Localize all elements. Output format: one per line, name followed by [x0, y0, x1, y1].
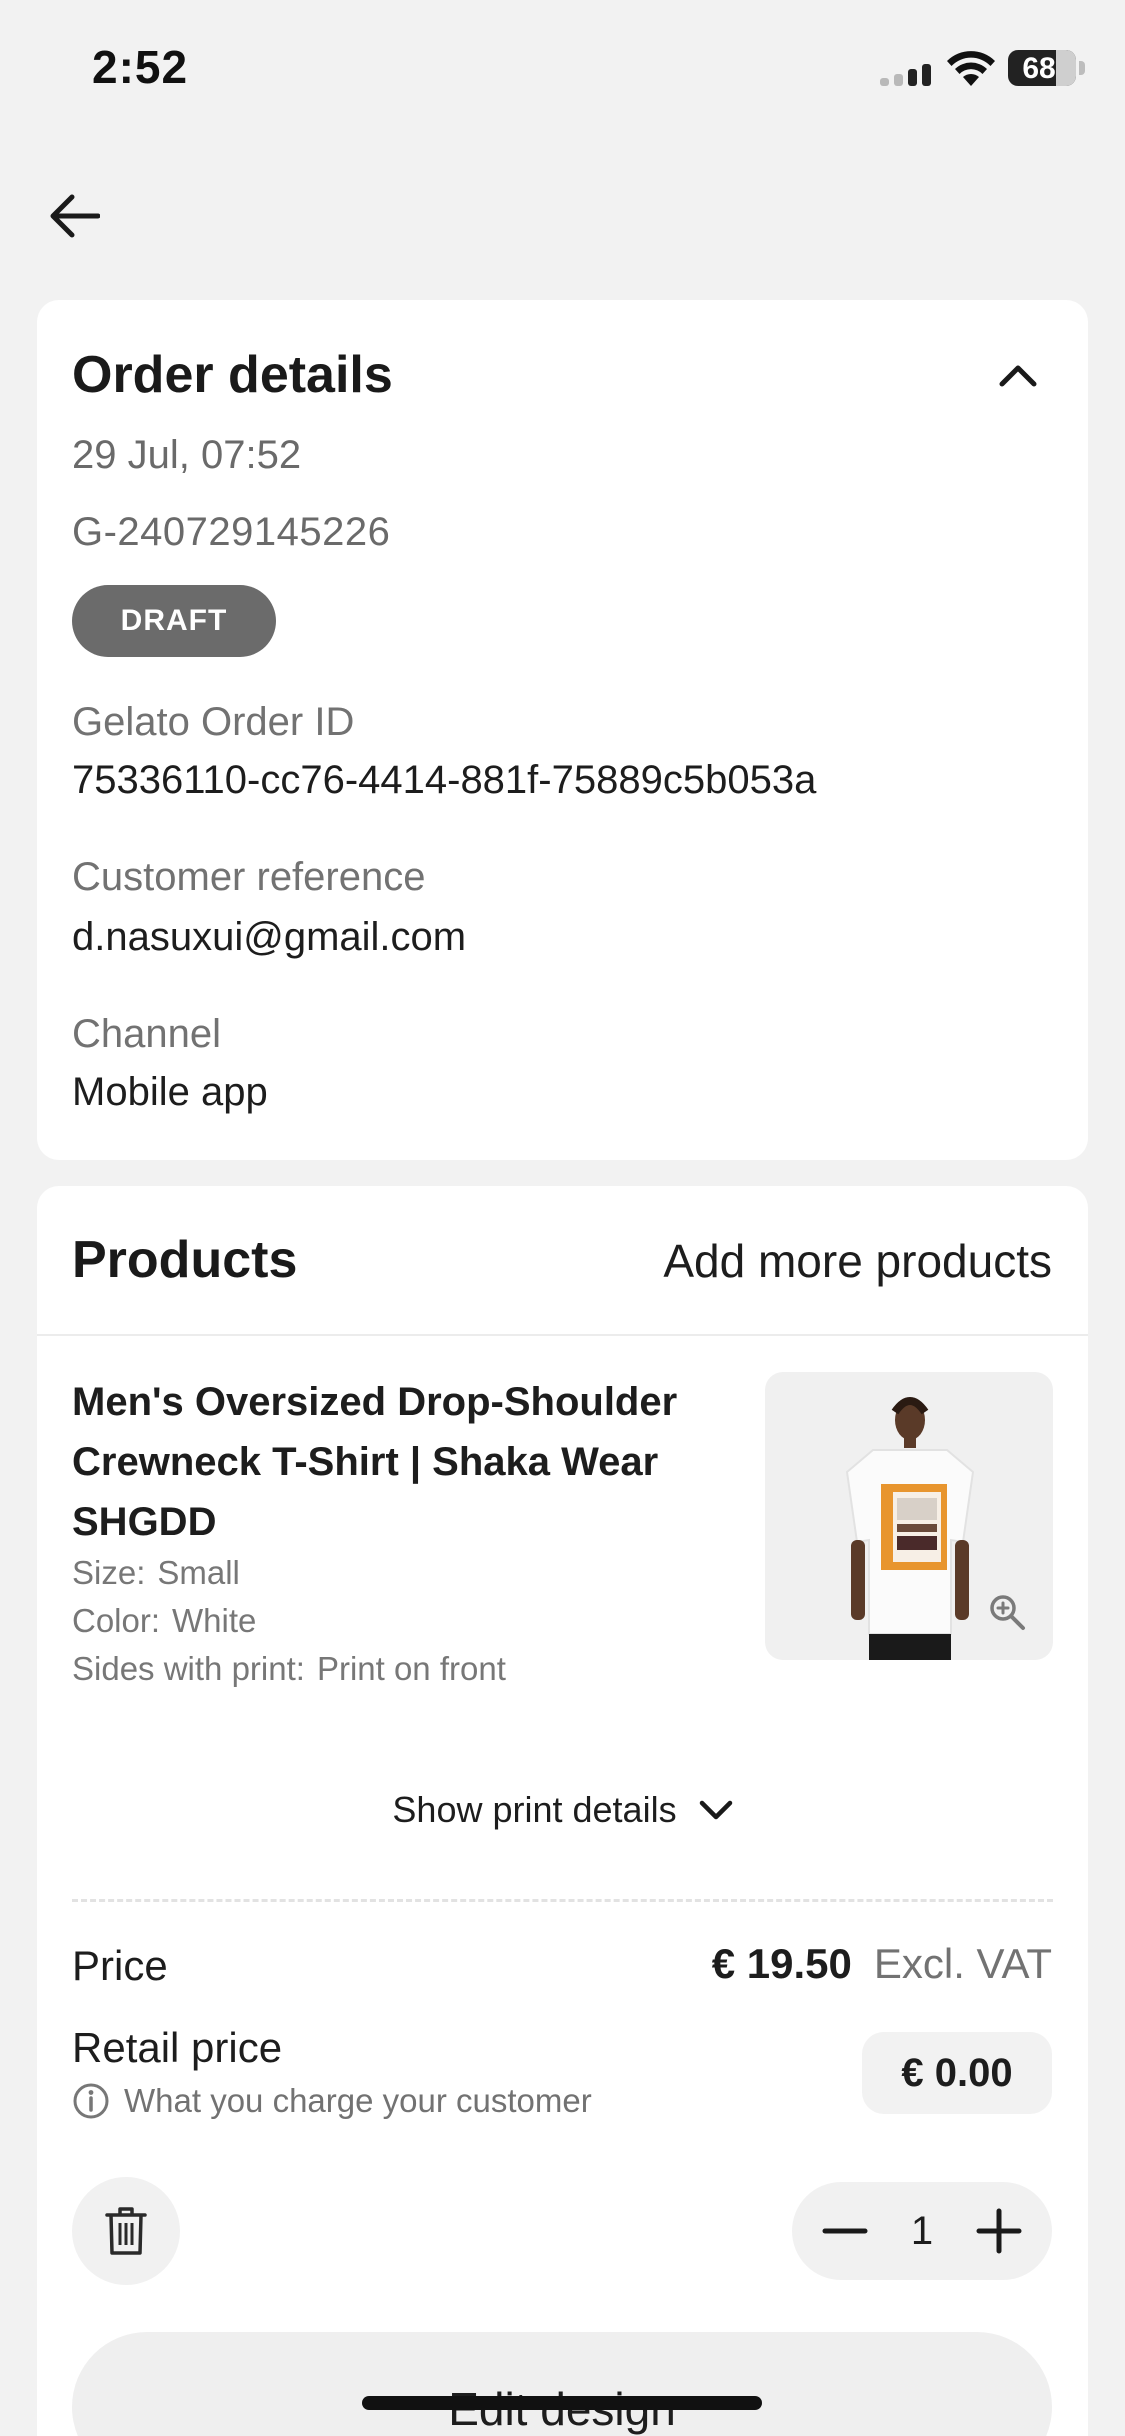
- dashed-divider: [72, 1899, 1053, 1902]
- product-sides: Sides with print: Print on front: [72, 1650, 506, 1688]
- show-print-details-button[interactable]: Show print details: [37, 1780, 1088, 1840]
- zoom-in-icon[interactable]: [987, 1592, 1027, 1632]
- cellular-signal-icon: [880, 62, 934, 86]
- quantity-stepper: 1: [792, 2182, 1052, 2280]
- price-info: € 19.50 Excl. VAT: [712, 1940, 1052, 1988]
- info-icon[interactable]: [72, 2082, 110, 2120]
- retail-price-help: What you charge your customer: [72, 2082, 592, 2120]
- decrease-quantity-button[interactable]: [820, 2206, 870, 2256]
- products-title: Products: [72, 1231, 298, 1289]
- arrow-left-icon: [50, 194, 100, 238]
- retail-price-label: Retail price: [72, 2024, 283, 2071]
- customer-reference-label: Customer reference: [72, 855, 426, 899]
- status-bar: 2:52 68: [0, 0, 1125, 135]
- size-label: Size:: [72, 1554, 146, 1591]
- channel-label: Channel: [72, 1012, 222, 1056]
- size-value: Small: [157, 1554, 240, 1591]
- back-button[interactable]: [38, 180, 110, 252]
- gelato-order-id: 75336110-cc76-4414-881f-75889c5b053a: [72, 758, 817, 802]
- order-number: G-240729145226: [72, 510, 391, 554]
- battery-nub: [1079, 61, 1085, 75]
- sides-label: Sides with print:: [72, 1650, 305, 1687]
- add-more-products-link[interactable]: Add more products: [663, 1234, 1052, 1288]
- product-color: Color: White: [72, 1602, 256, 1640]
- print-details-label: Show print details: [392, 1789, 677, 1830]
- product-name: Men's Oversized Drop-Shoulder Crewneck T…: [72, 1380, 678, 1544]
- price-label: Price: [72, 1942, 168, 1989]
- products-card: Products Add more products Men's Oversiz…: [37, 1186, 1088, 2436]
- retail-price-input[interactable]: € 0.00: [862, 2032, 1052, 2114]
- chevron-up-icon: [999, 365, 1037, 387]
- status-badge: DRAFT: [72, 585, 276, 657]
- plus-icon: [976, 2208, 1022, 2254]
- price-vat-note: Excl. VAT: [873, 1940, 1052, 1987]
- price-value: € 19.50: [711, 1940, 852, 1987]
- battery-icon: 68: [1008, 50, 1076, 86]
- color-value: White: [172, 1602, 257, 1639]
- battery-percentage: 68: [1022, 52, 1056, 85]
- status-time: 2:52: [92, 41, 189, 93]
- quantity-value: 1: [910, 2208, 934, 2253]
- retail-help-text: What you charge your customer: [124, 2082, 592, 2119]
- order-date: 29 Jul, 07:52: [72, 433, 302, 477]
- collapse-button[interactable]: [988, 350, 1048, 400]
- sides-value: Print on front: [316, 1650, 506, 1687]
- wifi-icon: [947, 51, 995, 86]
- trash-icon: [105, 2207, 147, 2255]
- product-thumbnail[interactable]: [765, 1372, 1053, 1660]
- chevron-down-icon: [699, 1800, 732, 1820]
- divider: [37, 1334, 1088, 1336]
- delete-product-button[interactable]: [72, 2177, 180, 2285]
- product-size: Size: Small: [72, 1554, 240, 1592]
- home-indicator[interactable]: [362, 2396, 762, 2410]
- gelato-order-id-label: Gelato Order ID: [72, 700, 355, 744]
- order-details-title: Order details: [72, 346, 393, 404]
- increase-quantity-button[interactable]: [974, 2206, 1024, 2256]
- minus-icon: [822, 2228, 868, 2234]
- edit-design-button[interactable]: Edit design: [72, 2332, 1052, 2436]
- order-details-card: Order details 29 Jul, 07:52 G-2407291452…: [37, 300, 1088, 1160]
- customer-reference: d.nasuxui@gmail.com: [72, 915, 467, 959]
- color-label: Color:: [72, 1602, 161, 1639]
- channel-value: Mobile app: [72, 1070, 268, 1114]
